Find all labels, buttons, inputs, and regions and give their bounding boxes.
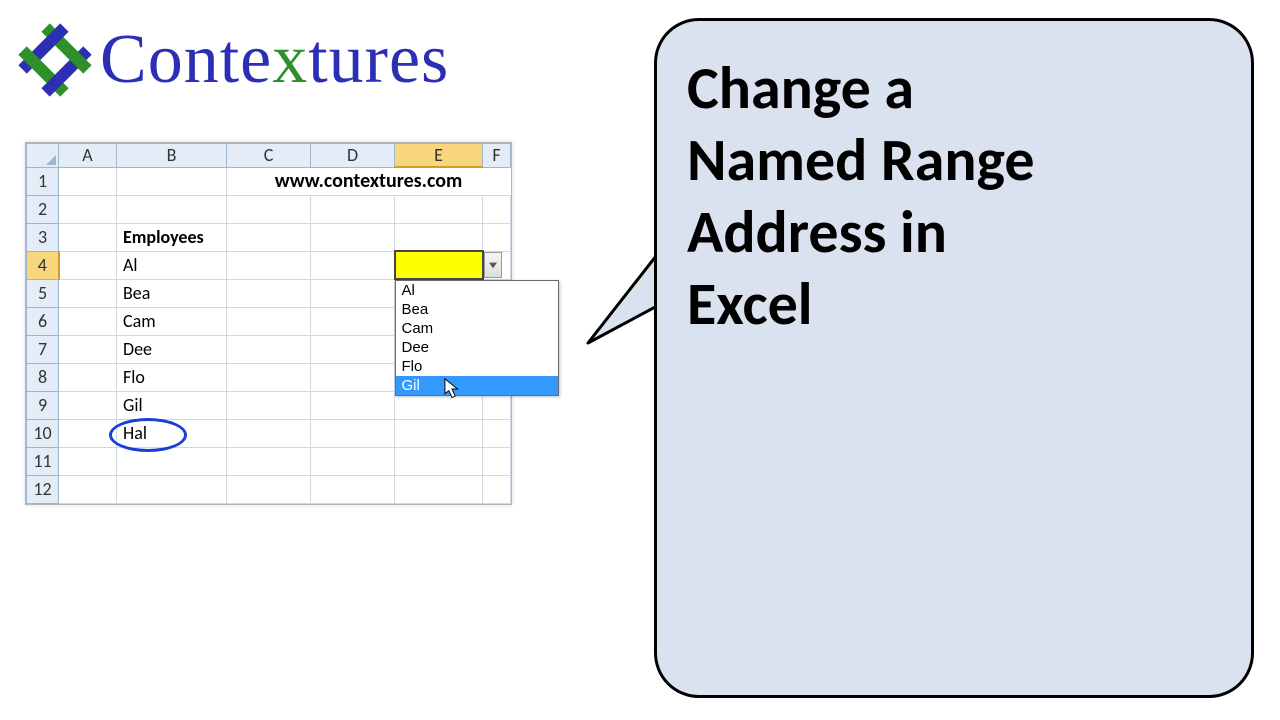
column-header-B[interactable]: B [117, 144, 227, 168]
cell-C7[interactable] [227, 335, 311, 363]
chevron-down-icon [489, 261, 497, 269]
row-header-8[interactable]: 8 [27, 363, 59, 391]
cell-B2[interactable] [117, 195, 227, 223]
column-header-D[interactable]: D [311, 144, 395, 168]
row-header-4[interactable]: 4 [27, 251, 59, 279]
dropdown-item[interactable]: Dee [396, 338, 558, 357]
column-header-C[interactable]: C [227, 144, 311, 168]
cell-C10[interactable] [227, 419, 311, 447]
cell-B9[interactable]: Gil [117, 391, 227, 419]
cell-D7[interactable] [311, 335, 395, 363]
cell-D11[interactable] [311, 447, 395, 475]
cell-C8[interactable] [227, 363, 311, 391]
cell-F3[interactable] [483, 223, 511, 251]
cell-A1[interactable] [59, 167, 117, 195]
cell-A3[interactable] [59, 223, 117, 251]
cell-A12[interactable] [59, 475, 117, 503]
bubble-title: Change a Named Range Address in Excel [687, 53, 1221, 341]
cell-E4[interactable] [395, 251, 483, 279]
dropdown-item[interactable]: Al [396, 281, 558, 300]
cell-A11[interactable] [59, 447, 117, 475]
cell-D4[interactable] [311, 251, 395, 279]
cell-C5[interactable] [227, 279, 311, 307]
cell-C12[interactable] [227, 475, 311, 503]
cell-A7[interactable] [59, 335, 117, 363]
cell-E3[interactable] [395, 223, 483, 251]
row-header-10[interactable]: 10 [27, 419, 59, 447]
cell-B1[interactable] [117, 167, 227, 195]
cell-E12[interactable] [395, 475, 483, 503]
dropdown-list[interactable]: AlBeaCamDeeFloGil [395, 280, 559, 396]
column-header-F[interactable]: F [483, 144, 511, 168]
speech-bubble: Change a Named Range Address in Excel [654, 18, 1254, 698]
cell-B11[interactable] [117, 447, 227, 475]
cell-C11[interactable] [227, 447, 311, 475]
brand-name: Contextures [100, 20, 449, 100]
cell-A9[interactable] [59, 391, 117, 419]
cell-B12[interactable] [117, 475, 227, 503]
select-all-corner[interactable] [27, 144, 59, 168]
dropdown-item[interactable]: Cam [396, 319, 558, 338]
row-header-5[interactable]: 5 [27, 279, 59, 307]
row-header-6[interactable]: 6 [27, 307, 59, 335]
cell-D9[interactable] [311, 391, 395, 419]
cell-C3[interactable] [227, 223, 311, 251]
row-header-12[interactable]: 12 [27, 475, 59, 503]
cell-C9[interactable] [227, 391, 311, 419]
cell-B3[interactable]: Employees [117, 223, 227, 251]
dropdown-button[interactable] [484, 252, 502, 278]
cell-E11[interactable] [395, 447, 483, 475]
cell-A8[interactable] [59, 363, 117, 391]
cell-D2[interactable] [311, 195, 395, 223]
cell-C4[interactable] [227, 251, 311, 279]
dropdown-item[interactable]: Bea [396, 300, 558, 319]
cell-F2[interactable] [483, 195, 511, 223]
brand-logo: Contextures [18, 20, 449, 100]
row-header-2[interactable]: 2 [27, 195, 59, 223]
cell-A2[interactable] [59, 195, 117, 223]
column-header-E[interactable]: E [395, 144, 483, 168]
cell-F11[interactable] [483, 447, 511, 475]
row-header-3[interactable]: 3 [27, 223, 59, 251]
cell-D12[interactable] [311, 475, 395, 503]
row-header-1[interactable]: 1 [27, 167, 59, 195]
cell-B10[interactable]: Hal [117, 419, 227, 447]
cell-B7[interactable]: Dee [117, 335, 227, 363]
cell-D6[interactable] [311, 307, 395, 335]
cell-C2[interactable] [227, 195, 311, 223]
cell-A6[interactable] [59, 307, 117, 335]
hash-weave-icon [18, 23, 92, 97]
row-header-7[interactable]: 7 [27, 335, 59, 363]
row-header-9[interactable]: 9 [27, 391, 59, 419]
cell-A5[interactable] [59, 279, 117, 307]
cell-D8[interactable] [311, 363, 395, 391]
cell-B8[interactable]: Flo [117, 363, 227, 391]
cell-D3[interactable] [311, 223, 395, 251]
cell-F10[interactable] [483, 419, 511, 447]
dropdown-item[interactable]: Gil [396, 376, 558, 395]
cell-F12[interactable] [483, 475, 511, 503]
cell-B5[interactable]: Bea [117, 279, 227, 307]
cell-D10[interactable] [311, 419, 395, 447]
cell-A10[interactable] [59, 419, 117, 447]
cell-E2[interactable] [395, 195, 483, 223]
cell-A4[interactable] [59, 251, 117, 279]
cell-B6[interactable]: Cam [117, 307, 227, 335]
column-header-A[interactable]: A [59, 144, 117, 168]
row-header-11[interactable]: 11 [27, 447, 59, 475]
cell-D5[interactable] [311, 279, 395, 307]
cell-E10[interactable] [395, 419, 483, 447]
cell-B4[interactable]: Al [117, 251, 227, 279]
dropdown-item[interactable]: Flo [396, 357, 558, 376]
cell-C6[interactable] [227, 307, 311, 335]
